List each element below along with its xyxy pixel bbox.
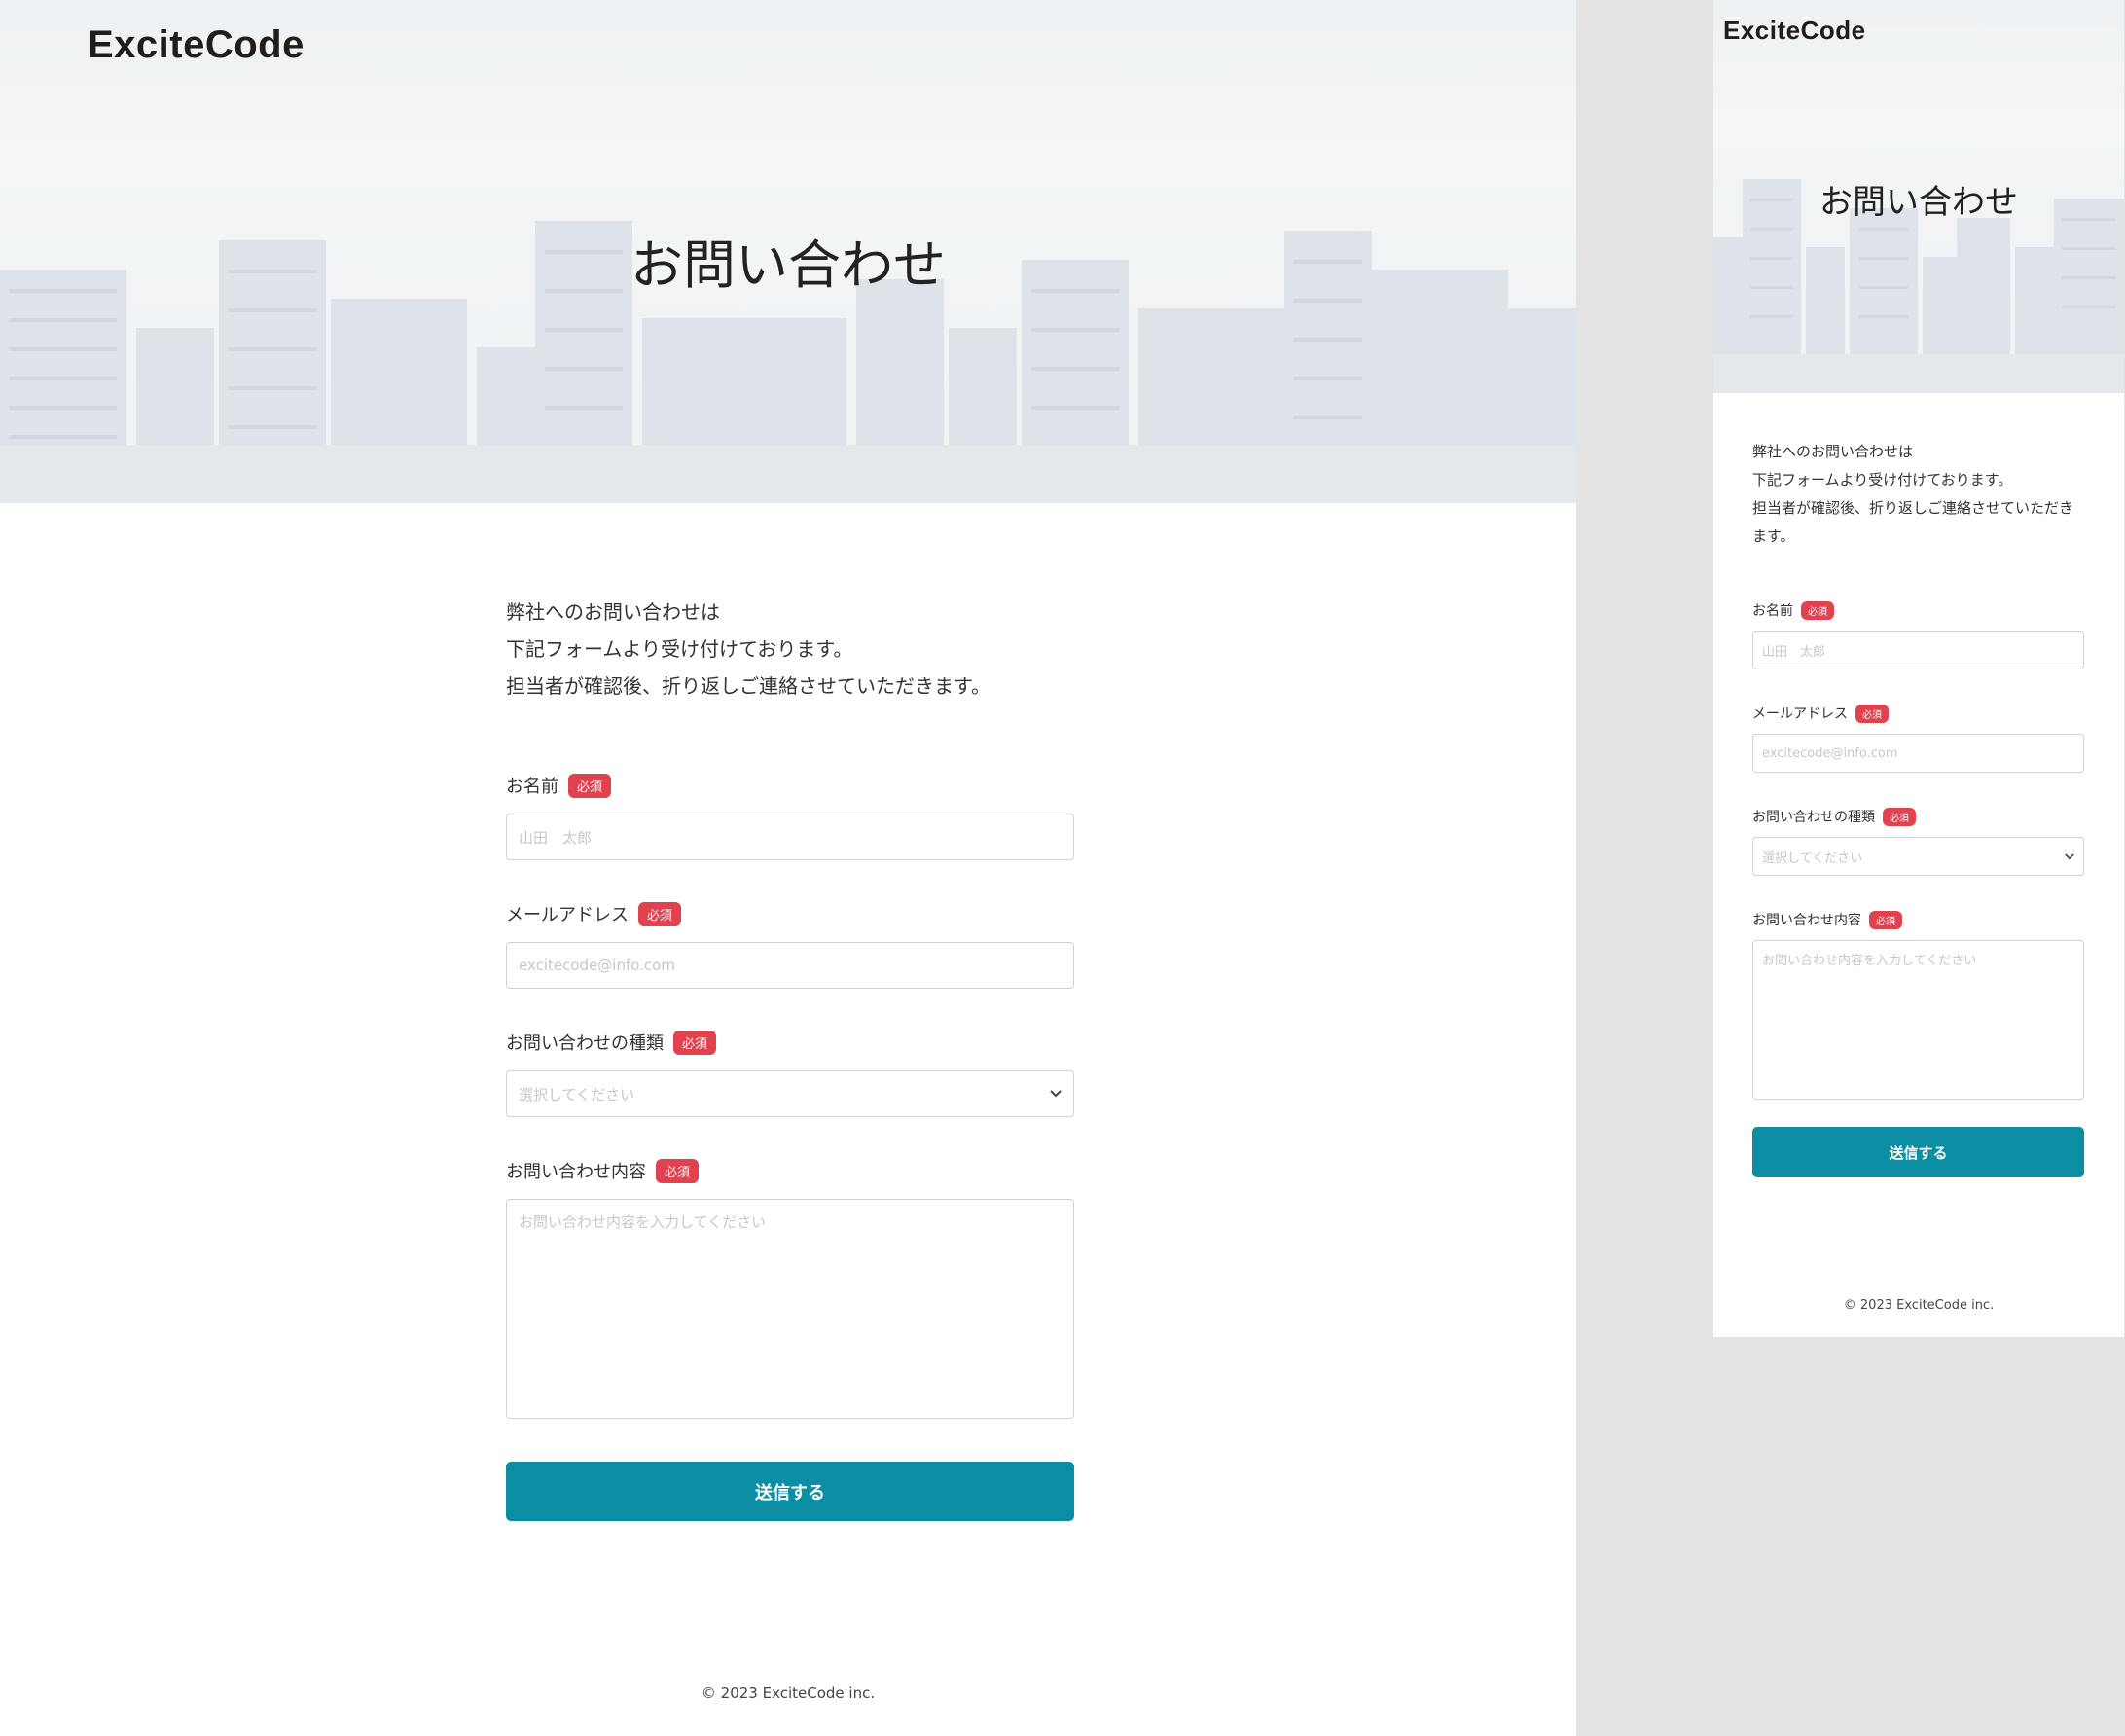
required-badge: 必須 [1855,704,1889,723]
intro-line: 下記フォームより受け付けております。 [506,637,853,661]
name-label: お名前 必須 [506,773,1074,798]
name-placeholder: 山田 太郎 [519,828,593,847]
required-badge: 必須 [656,1158,700,1183]
email-input[interactable]: excitecode@info.com [1752,734,2084,773]
contact-form: 弊社へのお問い合わせは 下記フォームより受け付けております。 担当者が確認後、折… [506,594,1074,1521]
email-label-text: メールアドレス [506,905,629,925]
email-placeholder: excitecode@info.com [519,957,675,974]
email-label: メールアドレス 必須 [506,901,1074,926]
mobile-view: お問い合わせ ExciteCode 弊社へのお問い合わせは 下記フォームより受け… [1713,0,2124,1337]
required-badge: 必須 [673,1030,717,1055]
email-input[interactable]: excitecode@info.com [506,942,1074,989]
intro-line: 担当者が確認後、折り返しご連絡させていただきます。 [1752,499,2074,545]
name-placeholder: 山田 太郎 [1762,644,1826,660]
page-title: お問い合わせ [630,235,946,296]
message-label-text: お問い合わせ内容 [506,1162,646,1182]
message-label: お問い合わせ内容 必須 [506,1158,1074,1183]
page-title: お問い合わせ [1819,183,2018,222]
message-textarea[interactable]: お問い合わせ内容を入力してください [506,1199,1074,1419]
message-textarea[interactable]: お問い合わせ内容を入力してください [1752,940,2084,1100]
desktop-view: お問い合わせ ExciteCode 弊社へのお問い合わせは 下記フォームより受け… [0,0,1576,1736]
inquiry-type-select[interactable]: 選択してください [506,1070,1074,1117]
type-placeholder: 選択してください [519,1085,635,1103]
copyright: © 2023 ExciteCode inc. [701,1684,876,1702]
required-badge: 必須 [1801,600,1834,620]
message-label-text: お問い合わせ内容 [1752,913,1861,928]
chevron-down-icon [2065,852,2074,859]
intro-line: 担当者が確認後、折り返しご連絡させていただきます。 [506,674,990,698]
intro-text: 弊社へのお問い合わせは 下記フォームより受け付けております。 担当者が確認後、折… [1752,438,2084,551]
name-label: お名前 必須 [1752,599,2084,621]
message-placeholder: お問い合わせ内容を入力してください [1762,954,1977,968]
type-label: お問い合わせの種類 必須 [506,1030,1074,1055]
email-label-text: メールアドレス [1752,706,1848,722]
chevron-down-icon [1050,1090,1062,1098]
email-label: メールアドレス 必須 [1752,703,2084,724]
required-badge: 必須 [638,901,682,926]
required-badge: 必須 [1883,807,1916,826]
type-label: お問い合わせの種類 必須 [1752,806,2084,827]
name-label-text: お名前 [1752,603,1793,619]
name-input[interactable]: 山田 太郎 [1752,631,2084,669]
type-placeholder: 選択してください [1762,850,1863,866]
submit-button[interactable]: 送信する [1752,1127,2084,1177]
message-label: お問い合わせ内容 必須 [1752,909,2084,930]
site-logo[interactable]: ExciteCode [1723,16,1866,46]
hero-banner: お問い合わせ [0,0,1576,503]
required-badge: 必須 [568,773,612,798]
name-label-text: お名前 [506,777,558,797]
type-label-text: お問い合わせの種類 [1752,810,1875,825]
intro-line: 下記フォームより受け付けております。 [1752,471,2013,488]
name-input[interactable]: 山田 太郎 [506,814,1074,860]
required-badge: 必須 [1869,910,1902,929]
site-logo[interactable]: ExciteCode [88,23,305,67]
inquiry-type-select[interactable]: 選択してください [1752,837,2084,876]
copyright: © 2023 ExciteCode inc. [1843,1298,1995,1313]
message-placeholder: お問い合わせ内容を入力してください [519,1213,767,1231]
hero-banner: お問い合わせ [1713,0,2124,393]
intro-line: 弊社へのお問い合わせは [1752,443,1914,460]
intro-line: 弊社へのお問い合わせは [506,600,720,624]
type-label-text: お問い合わせの種類 [506,1033,664,1054]
intro-text: 弊社へのお問い合わせは 下記フォームより受け付けております。 担当者が確認後、折… [506,594,1074,705]
email-placeholder: excitecode@info.com [1762,745,1898,761]
submit-button[interactable]: 送信する [506,1462,1074,1521]
contact-form: 弊社へのお問い合わせは 下記フォームより受け付けております。 担当者が確認後、折… [1752,438,2084,1177]
